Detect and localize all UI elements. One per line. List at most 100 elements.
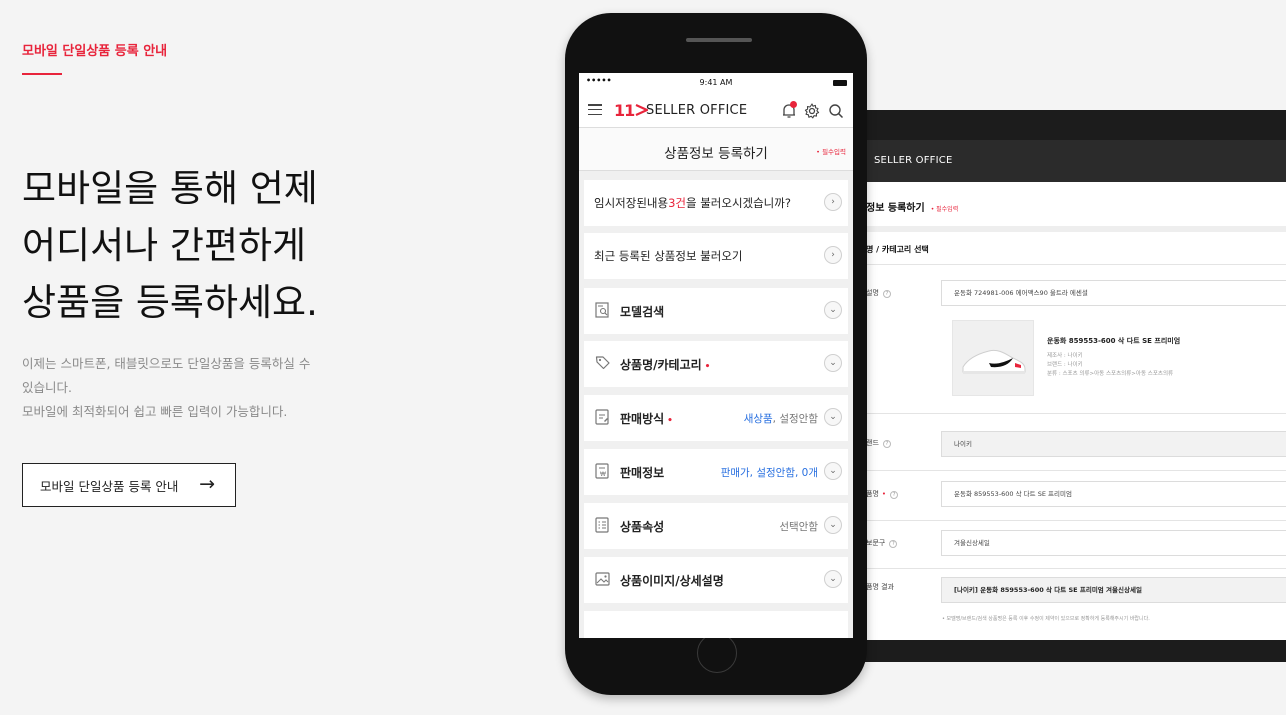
chevron-right-icon: ›	[824, 193, 842, 211]
headline: 모바일을 통해 언제 어디서나 간편하게 상품을 등록하세요.	[22, 160, 442, 331]
required-dot: •	[704, 362, 711, 372]
model-search-icon	[595, 302, 609, 318]
chevron-down-icon: ⌄	[824, 354, 842, 372]
tablet-section-title: 명 / 카테고리 선택	[866, 245, 929, 254]
status-time: 9:41 AM	[699, 78, 733, 87]
chevron-right-icon: ›	[824, 246, 842, 264]
section-value: 새상품, 설정안함	[743, 413, 818, 425]
divider	[864, 413, 1286, 414]
tablet-help-note: • 모델명/브랜드/검색 상품명은 등록 이후 수정이 제약이 있으므로 정확하…	[942, 616, 1150, 622]
description: 이제는 스마트폰, 태블릿으로도 단일상품을 등록하실 수 있습니다. 모바일에…	[22, 352, 352, 424]
temp-saved-count: 3건	[668, 196, 686, 210]
guide-button-label: 모바일 단일상품 등록 안내	[40, 478, 179, 494]
section-label: 모델검색	[620, 305, 665, 319]
menu-icon[interactable]	[588, 104, 602, 116]
app-brand: SELLER OFFICE	[646, 103, 748, 118]
app-bar: 11 SELLER OFFICE	[579, 95, 853, 127]
section-value: 선택안함	[779, 521, 818, 533]
phone-device: ••••• 9:41 AM 11 SELLER OFFICE 상품정보 등록하기…	[565, 13, 867, 695]
divider	[864, 264, 1286, 265]
recent-load-card[interactable]: 최근 등록된 상품정보 불러오기 ›	[584, 233, 848, 279]
product-brand: 브랜드 : 나이키	[1047, 362, 1083, 368]
sale-info-icon: ₩	[595, 463, 609, 479]
arrow-right-icon: →	[199, 473, 215, 495]
battery-icon	[833, 80, 847, 86]
eyebrow-title: 모바일 단일상품 등록 안내	[22, 44, 168, 59]
chevron-down-icon: ⌄	[824, 301, 842, 319]
field-label: 품명 결과	[866, 583, 894, 591]
tablet-page-title-text: 정보 등록하기	[866, 203, 925, 214]
required-dot: •	[881, 490, 887, 498]
product-category: 분류 : 스포츠 의류>아동 스포츠의류>아동 스포츠의류	[1047, 371, 1174, 377]
page: 모바일 단일상품 등록 안내 모바일을 통해 언제 어디서나 간편하게 상품을 …	[0, 0, 1286, 715]
section-attributes[interactable]: 상품속성 선택안함 ⌄	[584, 503, 848, 549]
product-name-field[interactable]: 운동화 859553-600 삭 다트 SE 프리미엄	[941, 481, 1286, 507]
notification-dot	[790, 101, 797, 108]
chevron-down-icon: ⌄	[824, 516, 842, 534]
divider	[864, 568, 1286, 569]
help-icon: ?	[882, 290, 891, 298]
temp-saved-label: 임시저장된내용3건을 불러오시겠습니까?	[594, 196, 791, 210]
description-line: 있습니다.	[22, 380, 72, 395]
product-maker: 제조사 : 나이키	[1047, 353, 1083, 359]
sneaker-icon	[962, 349, 1026, 374]
brand-field[interactable]: 나이키	[941, 431, 1286, 457]
headline-line: 어디서나 간편하게	[22, 224, 307, 267]
help-icon: ?	[890, 491, 899, 499]
logo-number: 11	[614, 101, 635, 120]
status-bar: ••••• 9:41 AM	[579, 73, 853, 95]
divider	[864, 226, 1286, 232]
promo-phrase-field[interactable]: 겨울신상세일	[941, 530, 1286, 556]
sale-method-icon	[595, 409, 609, 425]
temp-saved-card[interactable]: 임시저장된내용3건을 불러오시겠습니까? ›	[584, 180, 848, 226]
section-label: 판매방식 •	[620, 412, 673, 426]
bell-icon[interactable]	[780, 101, 798, 120]
field-label: 보문구?	[866, 538, 898, 548]
field-label: 설명?	[866, 288, 891, 298]
chevron-down-icon: ⌄	[824, 408, 842, 426]
search-icon[interactable]	[827, 102, 845, 120]
product-name-result: [나이키] 운동화 859553-600 삭 다트 SE 프리미엄 겨울신상세일	[941, 577, 1286, 603]
gear-icon[interactable]	[803, 102, 821, 120]
product-meta: 제조사 : 나이키 브랜드 : 나이키 분류 : 스포츠 의류>아동 스포츠의류…	[1047, 352, 1173, 379]
section-sale-method[interactable]: 판매방식 • 새상품, 설정안함 ⌄	[584, 395, 848, 441]
required-note: • 필수입력	[816, 148, 846, 156]
tag-icon	[595, 356, 610, 370]
model-name-field[interactable]: 운동화 724981-006 에어맥스90 울트라 에센셜	[941, 280, 1286, 306]
section-model-search[interactable]: 모델검색 ⌄	[584, 288, 848, 334]
chevron-down-icon: ⌄	[824, 570, 842, 588]
divider	[864, 470, 1286, 471]
description-line: 이제는 스마트폰, 태블릿으로도 단일상품을 등록하실 수	[22, 356, 311, 371]
phone-screen: ••••• 9:41 AM 11 SELLER OFFICE 상품정보 등록하기…	[579, 73, 853, 638]
help-icon: ?	[882, 440, 891, 448]
section-sale-info[interactable]: ₩ 판매정보 판매가, 설정안함, 0개 ⌄	[584, 449, 848, 495]
section-name-category[interactable]: 상품명/카테고리 • ⌄	[584, 341, 848, 387]
logo-11st[interactable]: 11	[614, 101, 649, 120]
tablet-header: SELLER OFFICE	[864, 140, 1286, 182]
product-name: 운동화 859553-600 삭 다트 SE 프리미엄	[1047, 337, 1181, 345]
headline-line: 상품을 등록하세요.	[22, 281, 318, 324]
tablet-page-title: 정보 등록하기 • 필수입력	[866, 199, 958, 214]
section-label: 상품이미지/상세설명	[620, 574, 724, 588]
section-label: 판매정보	[620, 466, 665, 480]
section-label: 상품속성	[620, 520, 665, 534]
tablet-screen: SELLER OFFICE 정보 등록하기 • 필수입력 명 / 카테고리 선택 …	[864, 140, 1286, 640]
section-label: 상품명/카테고리 •	[620, 358, 711, 372]
home-button[interactable]	[697, 633, 737, 673]
recent-load-label: 최근 등록된 상품정보 불러오기	[594, 249, 743, 263]
page-title: 상품정보 등록하기	[664, 146, 768, 162]
section-images[interactable]: 상품이미지/상세설명 ⌄	[584, 557, 848, 603]
eyebrow-underline	[22, 73, 62, 75]
divider	[864, 520, 1286, 521]
image-icon	[595, 572, 610, 586]
chevron-down-icon: ⌄	[824, 462, 842, 480]
guide-button[interactable]: 모바일 단일상품 등록 안내 →	[22, 463, 236, 507]
field-label: 랜드?	[866, 438, 891, 448]
headline-line: 모바일을 통해 언제	[22, 167, 318, 210]
section-next[interactable]	[584, 611, 848, 638]
field-label: 품명 •?	[866, 489, 899, 499]
required-note: • 필수입력	[930, 206, 959, 213]
section-value: 판매가, 설정안함, 0개	[720, 467, 818, 479]
help-icon: ?	[889, 540, 898, 548]
description-line: 모바일에 최적화되어 쉽고 빠른 입력이 가능합니다.	[22, 404, 288, 419]
